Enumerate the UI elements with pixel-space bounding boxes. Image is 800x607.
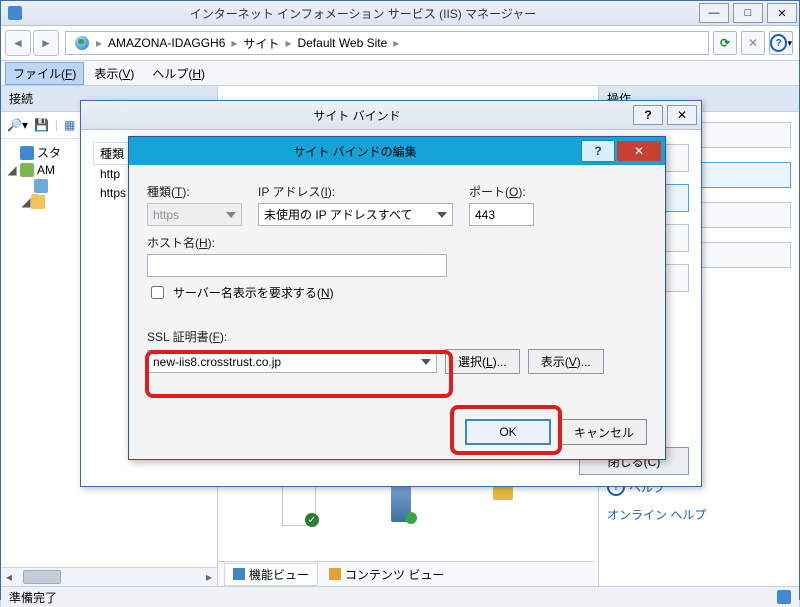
close-button[interactable]: ✕ — [767, 3, 797, 23]
edit-close-button[interactable]: ✕ — [617, 141, 661, 161]
label-host: ホスト名(H): — [147, 234, 647, 251]
feature-icon-1[interactable]: ✓ — [278, 484, 320, 526]
start-page-icon — [20, 146, 34, 160]
sni-checkbox[interactable] — [151, 286, 164, 299]
status-bar: 準備完了 — [1, 586, 799, 607]
label-type: 種類(T): — [147, 183, 242, 200]
breadcrumb-item-sites[interactable]: サイト — [237, 35, 285, 52]
cancel-button[interactable]: キャンセル — [561, 419, 647, 445]
app-title: インターネット インフォメーション サービス (IIS) マネージャー — [29, 5, 697, 22]
tree-icon-1[interactable]: ▦ — [64, 118, 75, 132]
label-sni: サーバー名表示を要求する(N) — [173, 284, 334, 301]
status-icon — [777, 590, 791, 604]
ok-button[interactable]: OK — [465, 419, 551, 445]
edit-body: 種類(T): https IP アドレス(I): 未使用の IP アドレスすべて… — [129, 165, 665, 386]
stop-nav-button[interactable]: ✕ — [741, 31, 765, 55]
menu-help[interactable]: ヘルプ(H) — [144, 62, 213, 85]
nav-row: ◄ ► ▸ AMAZONA-IDAGGH6 ▸ サイト ▸ Default We… — [1, 26, 799, 61]
app-icon — [7, 5, 23, 21]
title-bar: インターネット インフォメーション サービス (IIS) マネージャー — □ … — [1, 1, 799, 26]
edit-help-button[interactable]: ? — [581, 140, 615, 162]
globe-icon — [74, 35, 90, 51]
refresh-button[interactable]: ⟳ — [713, 31, 737, 55]
tab-content[interactable]: コンテンツ ビュー — [320, 563, 453, 586]
menu-file[interactable]: ファイル(F) — [5, 62, 84, 85]
stop-icon: ✕ — [748, 36, 758, 50]
nav-back-button[interactable]: ◄ — [5, 30, 31, 56]
help-icon: ? — [770, 34, 787, 52]
tree-start-label: スタ — [37, 144, 61, 161]
label-ssl-cert: SSL 証明書(F): — [147, 328, 647, 345]
minimize-button[interactable]: — — [699, 3, 729, 23]
edit-title-text: サイト バインドの編集 — [129, 143, 581, 160]
label-ip: IP アドレス(I): — [258, 183, 453, 200]
sites-folder-icon — [31, 195, 45, 209]
feature-icon-3[interactable] — [482, 484, 524, 526]
breadcrumb-item-site[interactable]: Default Web Site — [291, 36, 393, 50]
context-help-button[interactable]: ?▾ — [769, 31, 793, 55]
menu-bar: ファイル(F) 表示(V) ヘルプ(H) — [1, 61, 799, 86]
bindings-title-bar: サイト バインド ? ✕ — [81, 101, 701, 130]
breadcrumb[interactable]: ▸ AMAZONA-IDAGGH6 ▸ サイト ▸ Default Web Si… — [65, 31, 709, 55]
type-select: https — [147, 203, 242, 226]
app-pools-icon — [34, 179, 48, 193]
nav-forward-button[interactable]: ► — [33, 30, 59, 56]
bindings-help-button[interactable]: ? — [633, 105, 663, 125]
edit-binding-dialog: サイト バインドの編集 ? ✕ 種類(T): https IP アドレス(I):… — [128, 136, 666, 460]
tree-server-label: AM — [37, 163, 55, 177]
maximize-button[interactable]: □ — [733, 3, 763, 23]
content-tab-icon — [329, 568, 341, 580]
tab-content-label: コンテンツ ビュー — [345, 566, 444, 583]
breadcrumb-item-server[interactable]: AMAZONA-IDAGGH6 — [102, 36, 231, 50]
server-icon — [20, 163, 34, 177]
menu-view[interactable]: 表示(V) — [86, 62, 142, 85]
connect-icon[interactable]: 🔎▾ — [7, 118, 28, 132]
connections-hscroll[interactable]: ◂▸ — [1, 567, 217, 586]
online-help-label: オンライン ヘルプ — [607, 506, 706, 523]
edit-title-bar: サイト バインドの編集 ? ✕ — [129, 137, 665, 165]
status-text: 準備完了 — [9, 589, 57, 606]
refresh-icon: ⟳ — [720, 36, 730, 50]
label-port: ポート(O): — [469, 183, 534, 200]
bindings-close-button[interactable]: ✕ — [667, 105, 697, 125]
ip-select[interactable]: 未使用の IP アドレスすべて — [258, 203, 453, 226]
tab-features-label: 機能ビュー — [249, 566, 309, 583]
host-input[interactable] — [147, 254, 447, 277]
save-icon[interactable]: 💾 — [34, 118, 49, 132]
online-help-link[interactable]: オンライン ヘルプ — [607, 506, 791, 523]
view-cert-button[interactable]: 表示(V)... — [528, 349, 604, 374]
feature-icon-2[interactable] — [380, 484, 422, 526]
select-cert-button[interactable]: 選択(L)... — [445, 349, 520, 374]
feature-icons-row: ✓ — [218, 484, 574, 526]
ssl-cert-select[interactable]: new-iis8.crosstrust.co.jp — [147, 350, 437, 373]
features-tab-icon — [233, 568, 245, 580]
port-input[interactable] — [469, 203, 534, 226]
bindings-title-text: サイト バインド — [81, 107, 633, 124]
tab-features[interactable]: 機能ビュー — [224, 563, 318, 586]
view-tabs: 機能ビュー コンテンツ ビュー — [218, 561, 594, 586]
